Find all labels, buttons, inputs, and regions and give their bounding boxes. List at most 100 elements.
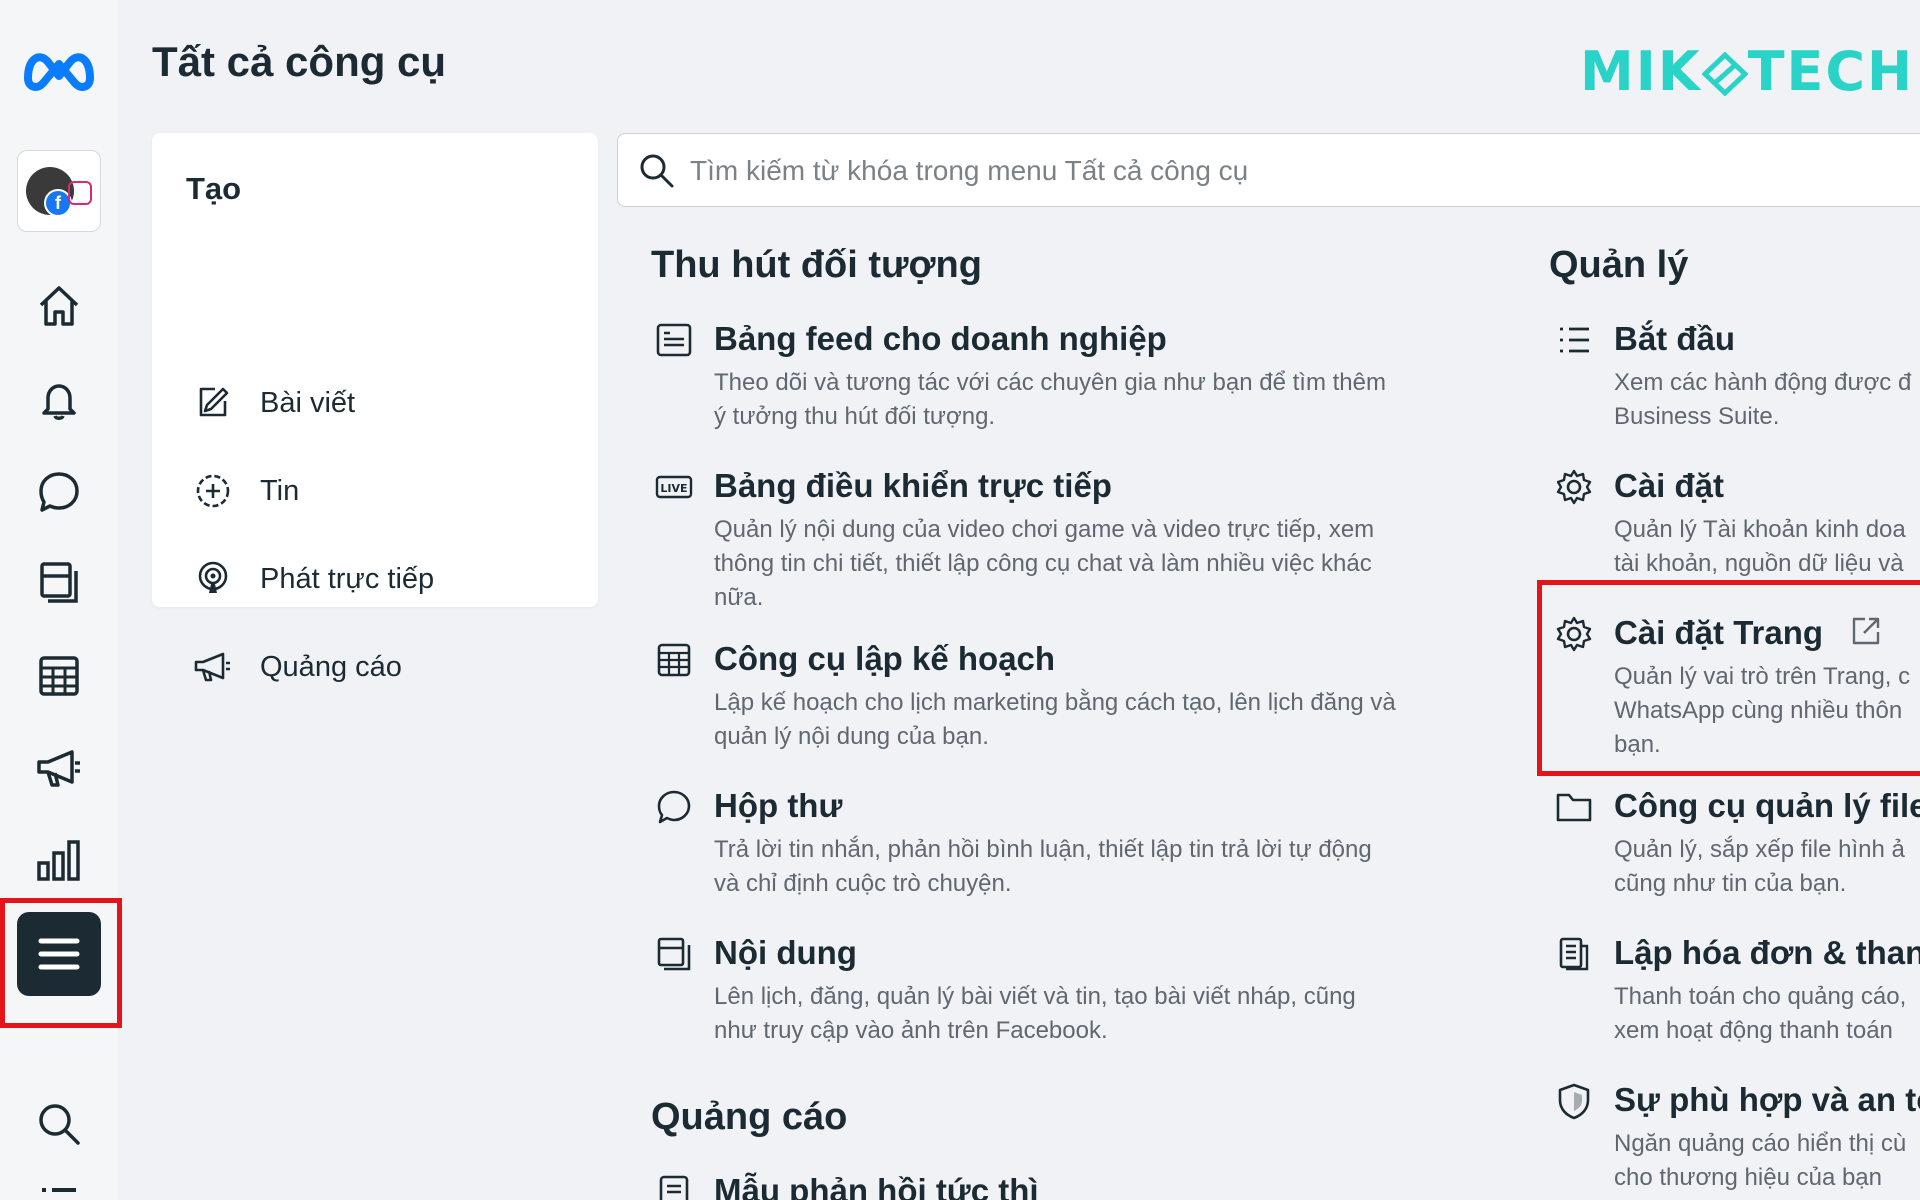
logo-text-left: MIK — [1580, 40, 1702, 103]
tool-settings[interactable]: Cài đặt Quản lý Tài khoản kinh doa tài k… — [1552, 465, 1920, 585]
tool-description: Lập kế hoạch cho lịch marketing bằng các… — [714, 686, 1396, 754]
create-item-post[interactable]: Bài viết — [192, 381, 355, 425]
tools-search-box[interactable] — [617, 133, 1920, 207]
engage-section-title: Thu hút đối tượng — [651, 244, 982, 286]
tool-title: Hộp thư — [714, 787, 843, 824]
tool-description: Xem các hành động được đ Business Suite. — [1614, 366, 1911, 434]
search-icon[interactable] — [0, 1098, 118, 1150]
meta-logo-icon[interactable] — [0, 40, 118, 100]
tool-file-manager[interactable]: Công cụ quản lý file Quản lý, sắp xếp fi… — [1552, 785, 1920, 905]
desc-line: Lên lịch, đăng, quản lý bài viết và tin,… — [714, 983, 1356, 1010]
ads-section-title: Quảng cáo — [651, 1096, 848, 1138]
tool-content[interactable]: Nội dung Lên lịch, đăng, quản lý bài viế… — [652, 932, 1432, 1052]
tool-planner[interactable]: Công cụ lập kế hoạch Lập kế hoạch cho lị… — [652, 638, 1432, 758]
tool-title: Lập hóa đơn & than — [1614, 934, 1920, 971]
page-title: Tất cả công cụ — [152, 38, 447, 85]
logo-mark-icon — [1701, 52, 1748, 96]
desc-line: Quản lý nội dung của video chơi game và … — [714, 516, 1375, 543]
tool-title: Bảng feed cho doanh nghiệp — [714, 320, 1167, 357]
tool-live-dashboard[interactable]: LIVE Bảng điều khiển trực tiếp Quản lý n… — [652, 465, 1432, 615]
manage-section-title: Quản lý — [1549, 244, 1689, 286]
tool-title: Cài đặt — [1614, 467, 1725, 504]
logo-text-right: TECH — [1747, 40, 1915, 103]
tool-description: Trả lời tin nhắn, phản hồi bình luận, th… — [714, 833, 1372, 901]
billing-receipt-icon — [1552, 932, 1596, 976]
instagram-badge-icon — [68, 181, 92, 205]
search-input[interactable] — [688, 144, 1892, 198]
chat-bubble-icon[interactable] — [0, 466, 118, 518]
list-icon — [1552, 318, 1596, 362]
desc-line: thông tin chi tiết, thiết lập công cụ ch… — [714, 550, 1372, 577]
miko-tech-logo: MIK TECH — [1580, 40, 1914, 103]
tool-title: Công cụ quản lý file — [1614, 787, 1920, 824]
gear-icon — [1552, 465, 1596, 509]
desc-line: Thanh toán cho quảng cáo, — [1614, 983, 1907, 1010]
create-item-story[interactable]: Tin — [192, 469, 299, 513]
tool-title: Công cụ lập kế hoạch — [714, 640, 1056, 677]
bell-icon[interactable] — [0, 374, 118, 426]
planner-grid-icon[interactable] — [0, 650, 118, 702]
create-heading: Tạo — [186, 171, 242, 206]
search-icon — [638, 152, 676, 195]
tool-description: Quản lý Tài khoản kinh doa tài khoản, ng… — [1614, 513, 1906, 581]
desc-line: và chỉ định cuộc trò chuyện. — [714, 870, 1012, 897]
create-panel: Tạo Bài viết Tin Phát trực tiếp Quảng cá… — [152, 133, 598, 683]
create-item-live[interactable]: Phát trực tiếp — [192, 557, 434, 601]
desc-line: quản lý nội dung của bạn. — [714, 723, 989, 750]
content-pages-icon[interactable] — [0, 556, 118, 608]
tool-description: Thanh toán cho quảng cáo, xem hoạt động … — [1614, 980, 1906, 1048]
form-icon — [652, 1170, 696, 1200]
desc-line: Theo dõi và tương tác với các chuyên gia… — [714, 369, 1386, 396]
tool-description: Ngăn quảng cáo hiển thị cù cho thương hi… — [1614, 1127, 1906, 1195]
tool-title: Bảng điều khiển trực tiếp — [714, 467, 1112, 504]
svg-text:LIVE: LIVE — [660, 482, 687, 495]
tool-business-feed[interactable]: Bảng feed cho doanh nghiệp Theo dõi và t… — [652, 318, 1432, 438]
desc-line: Business Suite. — [1614, 403, 1780, 430]
tool-billing[interactable]: Lập hóa đơn & than Thanh toán cho quảng … — [1552, 932, 1920, 1052]
live-badge-icon: LIVE — [652, 465, 696, 509]
tool-description: Quản lý nội dung của video chơi game và … — [714, 513, 1374, 615]
account-avatar[interactable]: f — [17, 150, 101, 232]
tool-title: Mẫu phản hồi tức thì — [714, 1172, 1039, 1200]
feed-icon — [652, 318, 696, 362]
tool-instant-form[interactable]: Mẫu phản hồi tức thì — [652, 1170, 1432, 1200]
folder-icon — [1552, 785, 1596, 829]
add-circle-icon — [192, 470, 234, 512]
desc-line: Quản lý Tài khoản kinh doa — [1614, 516, 1906, 543]
desc-line: như truy cập vào ảnh trên Facebook. — [714, 1017, 1108, 1044]
content-pages-icon — [652, 932, 696, 976]
chat-bubble-icon — [652, 785, 696, 829]
desc-line: Lập kế hoạch cho lịch marketing bằng các… — [714, 689, 1396, 716]
create-item-ad[interactable]: Quảng cáo — [192, 645, 402, 689]
create-item-label: Quảng cáo — [260, 650, 402, 683]
tool-title: Nội dung — [714, 934, 857, 971]
home-icon[interactable] — [0, 280, 118, 332]
create-item-label: Phát trực tiếp — [260, 562, 435, 595]
desc-line: ý tưởng thu hút đối tượng. — [714, 403, 996, 430]
desc-line: Trả lời tin nhắn, phản hồi bình luận, th… — [714, 836, 1372, 863]
tool-description: Quản lý, sắp xếp file hình ả cũng như ti… — [1614, 833, 1905, 901]
list-icon[interactable] — [0, 1180, 118, 1200]
tool-brand-safety[interactable]: Sự phù hợp và an to Ngăn quảng cáo hiển … — [1552, 1079, 1920, 1200]
desc-line: Ngăn quảng cáo hiển thị cù — [1614, 1130, 1907, 1157]
megaphone-icon[interactable] — [0, 742, 118, 794]
tool-title: Sự phù hợp và an to — [1614, 1081, 1920, 1118]
edit-icon — [192, 382, 234, 424]
desc-line: Quản lý, sắp xếp file hình ả — [1614, 836, 1905, 863]
tool-get-started[interactable]: Bắt đầu Xem các hành động được đ Busines… — [1552, 318, 1920, 438]
megaphone-icon — [192, 646, 234, 688]
tool-title: Bắt đầu — [1614, 320, 1736, 357]
desc-line: xem hoạt động thanh toán — [1614, 1017, 1893, 1044]
desc-line: nữa. — [714, 584, 764, 611]
live-broadcast-icon — [192, 558, 234, 600]
shield-icon — [1552, 1079, 1596, 1123]
create-item-label: Tin — [260, 474, 300, 507]
tool-inbox[interactable]: Hộp thư Trả lời tin nhắn, phản hồi bình … — [652, 785, 1432, 905]
highlight-box-page-settings — [1537, 580, 1920, 776]
desc-line: Xem các hành động được đ — [1614, 369, 1912, 396]
desc-line: cũng như tin của bạn. — [1614, 870, 1847, 897]
desc-line: cho thương hiệu của bạn — [1614, 1164, 1882, 1191]
desc-line: tài khoản, nguồn dữ liệu và — [1614, 550, 1904, 577]
insights-bar-chart-icon[interactable] — [0, 834, 118, 886]
tool-description: Theo dõi và tương tác với các chuyên gia… — [714, 366, 1386, 434]
